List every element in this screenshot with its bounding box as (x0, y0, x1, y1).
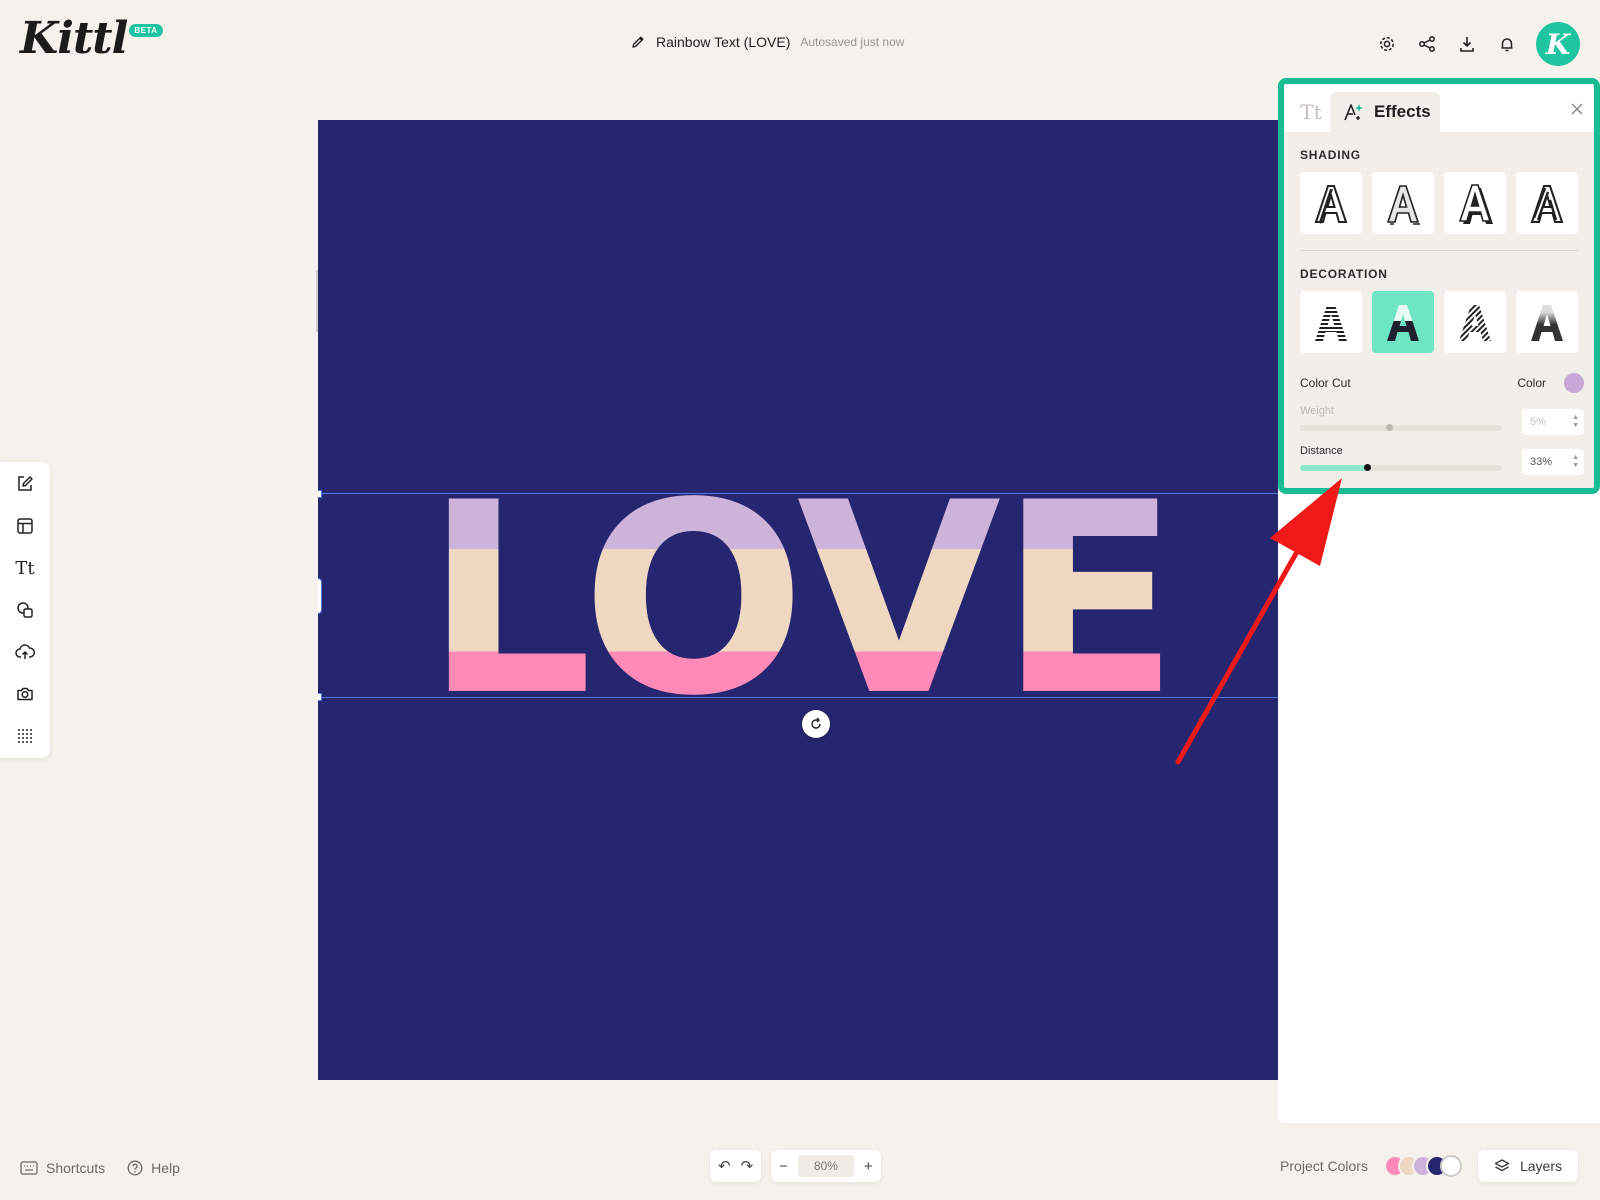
camera-icon[interactable] (12, 682, 38, 706)
undo-icon[interactable]: ↶ (718, 1157, 731, 1175)
bottom-left-links: Shortcuts Help (20, 1160, 180, 1176)
redo-icon[interactable]: ↷ (741, 1157, 754, 1175)
rotate-icon (811, 717, 821, 729)
bottom-controls: ↶ ↷ − 80% + (710, 1150, 881, 1182)
templates-icon[interactable] (12, 514, 38, 538)
zoom-out-button[interactable]: − (779, 1158, 788, 1175)
design-canvas[interactable]: LOVE (318, 120, 1278, 1080)
text-icon[interactable]: Tt (12, 556, 38, 580)
zoom-controls: − 80% + (771, 1150, 881, 1182)
bell-icon[interactable] (1496, 33, 1518, 55)
autosave-status: Autosaved just now (800, 35, 905, 49)
zoom-in-button[interactable]: + (864, 1158, 873, 1175)
project-colors-palette[interactable] (1383, 1155, 1462, 1177)
resize-handle-bottom-left[interactable] (318, 693, 322, 701)
pattern-icon[interactable] (12, 724, 38, 748)
header-actions: K (1376, 22, 1580, 66)
annotation-arrow (1175, 478, 1342, 765)
upload-icon[interactable] (12, 640, 38, 664)
selection-box[interactable] (318, 490, 1278, 701)
shortcuts-button[interactable]: Shortcuts (20, 1160, 105, 1176)
shapes-icon[interactable] (12, 598, 38, 622)
bottom-right-controls: Project Colors Layers (1280, 1150, 1578, 1182)
kittl-logo[interactable]: Kittl BETA (20, 14, 163, 64)
help-icon (127, 1160, 143, 1176)
document-title[interactable]: Rainbow Text (LOVE) Autosaved just now (630, 30, 904, 54)
layers-label: Layers (1519, 1158, 1562, 1174)
layers-button[interactable]: Layers (1477, 1150, 1578, 1182)
help-label: Help (151, 1160, 180, 1176)
rotate-handle[interactable] (802, 710, 830, 738)
keyboard-icon (20, 1161, 38, 1175)
panel-highlight-box (1278, 78, 1600, 494)
pencil-icon[interactable] (630, 34, 646, 50)
user-avatar[interactable]: K (1536, 22, 1580, 66)
help-button[interactable]: Help (127, 1160, 180, 1176)
gear-icon[interactable] (1376, 33, 1398, 55)
beta-badge: BETA (129, 24, 163, 37)
download-icon[interactable] (1456, 33, 1478, 55)
shortcuts-label: Shortcuts (46, 1160, 106, 1176)
zoom-value[interactable]: 80% (797, 1155, 854, 1177)
edit-icon[interactable] (12, 472, 38, 496)
history-controls: ↶ ↷ (710, 1150, 762, 1182)
left-toolbar: Tt (0, 462, 50, 758)
project-colors-label: Project Colors (1280, 1158, 1368, 1174)
share-icon[interactable] (1416, 33, 1438, 55)
logo-text: Kittl (20, 13, 128, 64)
resize-handle-top-left[interactable] (318, 490, 322, 498)
layers-icon (1494, 1159, 1510, 1172)
resize-handle-left[interactable] (318, 578, 322, 614)
document-name[interactable]: Rainbow Text (LOVE) (656, 34, 790, 50)
palette-edit-icon[interactable] (1439, 1155, 1462, 1177)
